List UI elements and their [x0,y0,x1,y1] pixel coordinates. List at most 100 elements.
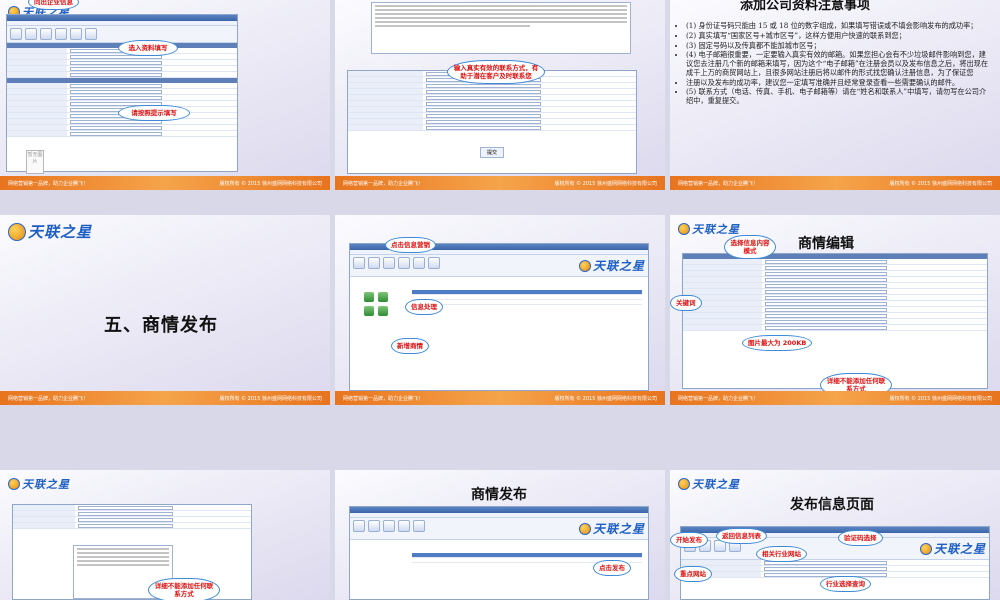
toolbar-search-icon[interactable] [413,257,425,269]
field-input[interactable] [764,572,888,577]
field-input[interactable] [69,60,162,65]
field-input[interactable] [425,113,542,118]
note-item: (4) 电子邮箱很重要，一定要输入真实有效的邮箱。如果您担心会有不少垃圾邮件影响… [686,50,990,77]
footer-slogan: 网络营销第一品牌，助力企业腾飞！ [8,395,89,402]
publish-icon[interactable] [378,306,388,316]
toolbar-info-icon[interactable] [383,520,395,532]
toolbar-info-icon[interactable] [40,28,52,40]
side-icons [364,292,388,316]
field-input[interactable] [425,101,542,106]
toolbar-home-icon[interactable] [353,257,365,269]
note-item: (3) 固定号码以及传真都不能加城市区号； [686,41,990,51]
brand-logo: 天联之星 [8,221,92,242]
field-input[interactable] [425,125,542,130]
callout-start-publish: 开始发布 [670,532,708,549]
field-input[interactable] [69,95,162,100]
toolbar-stats-icon[interactable] [398,520,410,532]
field-input[interactable] [69,89,162,94]
app-window: 天联之星 [349,506,649,600]
company-intro-textarea[interactable] [371,2,631,54]
field-input[interactable] [764,566,888,571]
toolbar-search-icon[interactable] [70,28,82,40]
field-input[interactable] [77,511,174,516]
field-input[interactable] [77,523,174,528]
brand-logo: 天联之星 [8,476,70,492]
slide-notes: 添加公司资料注意事项 (1) 身份证号码只能由 15 或 18 位的数字组成，如… [670,0,1000,190]
note-item: 注册以及发布的成功率，建议您一定填写准确并且经常登录查看一些需要确认的邮件。 [686,78,990,88]
footer-copyright: 版权所有 © 2015 徐州盛网网络科技有限公司 [554,180,658,187]
slide-publish-page[interactable]: 天联之星 发布信息页面 天联之星 开始发布 返回信息列表 验证码选择 相关行业网… [670,470,1000,600]
toolbar-stats-icon[interactable] [55,28,67,40]
toolbar-web-icon[interactable] [428,257,440,269]
logo-image-placeholder[interactable]: 暂无图片 [26,150,44,174]
field-input[interactable] [425,107,542,112]
callout-info-marketing: 点击信息营销 [385,237,436,254]
list-item[interactable] [412,300,642,305]
field-input[interactable] [765,271,887,276]
toolbar-company-icon[interactable] [25,28,37,40]
field-input[interactable] [765,265,887,270]
delete-icon[interactable] [364,306,374,316]
info-list[interactable] [412,290,642,305]
edit-icon[interactable] [378,292,388,302]
field-input[interactable] [425,83,542,88]
toolbar-company-icon[interactable] [368,520,380,532]
field-input[interactable] [77,505,174,510]
field-input[interactable] [69,72,162,77]
slide-footer: 网络营销第一品牌，助力企业腾飞！ 版权所有 © 2015 徐州盛网网络科技有限公司 [0,176,330,190]
field-input[interactable] [765,313,887,318]
callout-info-process: 信息处理 [405,299,443,316]
field-input[interactable] [765,289,887,294]
callout-fill-data: 选入资料填写 [118,40,178,57]
field-input[interactable] [765,295,887,300]
toolbar-web-icon[interactable] [85,28,97,40]
toolbar-home-icon[interactable] [10,28,22,40]
edit-window [682,253,988,389]
footer-copyright: 版权所有 © 2015 徐州盛网网络科技有限公司 [889,395,993,402]
new-info-icon[interactable] [364,292,374,302]
field-input[interactable] [425,89,542,94]
slide-footer: 网络营销第一品牌，助力企业腾飞！ 版权所有 © 2015 徐州盛网网络科技有限公司 [0,391,330,405]
slide-info-publish[interactable]: 商情发布 天联之星 点击发布 [335,470,665,600]
field-input[interactable] [69,125,162,130]
slide-info-edit[interactable]: 天联之星 商情编辑 选择信息内容模式 关键词 图片最大为 200KB 详细不能添… [670,215,1000,405]
toolbar-company-icon[interactable] [368,257,380,269]
logo-icon [678,223,690,235]
logo-icon [578,522,591,535]
toolbar-home-icon[interactable] [353,520,365,532]
field-input[interactable] [425,119,542,124]
page-title: 商情编辑 [798,236,854,252]
toolbar-info-icon[interactable] [383,257,395,269]
callout-image-size: 图片最大为 200KB [742,335,813,352]
slide-contact-form[interactable]: 提交 输入真实有效的联系方式，有助于潜在客户及时联系您 网络营销第一品牌，助力企… [335,0,665,190]
brand-name: 天联之星 [592,522,645,536]
field-input[interactable] [765,283,887,288]
callout-captcha: 验证码选择 [838,530,883,547]
submit-button[interactable]: 提交 [479,147,504,158]
field-input[interactable] [765,307,887,312]
field-input[interactable] [77,517,174,522]
brand-name: 天联之星 [692,478,740,491]
field-input[interactable] [765,301,887,306]
slide-info-detail[interactable]: 天联之星 详细不能添加任何联系方式 [0,470,330,600]
field-input[interactable] [765,259,887,264]
footer-copyright: 版权所有 © 2015 徐州盛网网络科技有限公司 [889,180,993,187]
field-input[interactable] [765,277,887,282]
section-title: 五、商情发布 [104,315,218,336]
brand-logo: 天联之星 [578,257,645,274]
notes-list: (1) 身份证号码只能由 15 或 18 位的数字组成，如果填写错误或不填会影响… [678,21,990,107]
toolbar-search-icon[interactable] [413,520,425,532]
logo-icon [8,478,20,490]
field-input[interactable] [69,66,162,71]
slide-company-form[interactable]: 天联之星 同出企业信息 暂无图片 选入资料填写 请按照提示填写 网络营销第一品牌… [0,0,330,190]
field-input[interactable] [765,319,887,324]
callout-new-info: 新增商情 [391,338,429,355]
slide-info-marketing[interactable]: 天联之星 点击信息营销 信息处理 新增商情 网络营销第一品牌，助力企业腾飞！ 版权… [335,215,665,405]
footer-slogan: 网络营销第一品牌，助力企业腾飞！ [343,395,424,402]
field-input[interactable] [69,83,162,88]
footer-copyright: 版权所有 © 2015 徐州盛网网络科技有限公司 [219,395,323,402]
field-input[interactable] [69,131,162,136]
field-input[interactable] [425,95,542,100]
field-input[interactable] [765,325,887,330]
toolbar-stats-icon[interactable] [398,257,410,269]
